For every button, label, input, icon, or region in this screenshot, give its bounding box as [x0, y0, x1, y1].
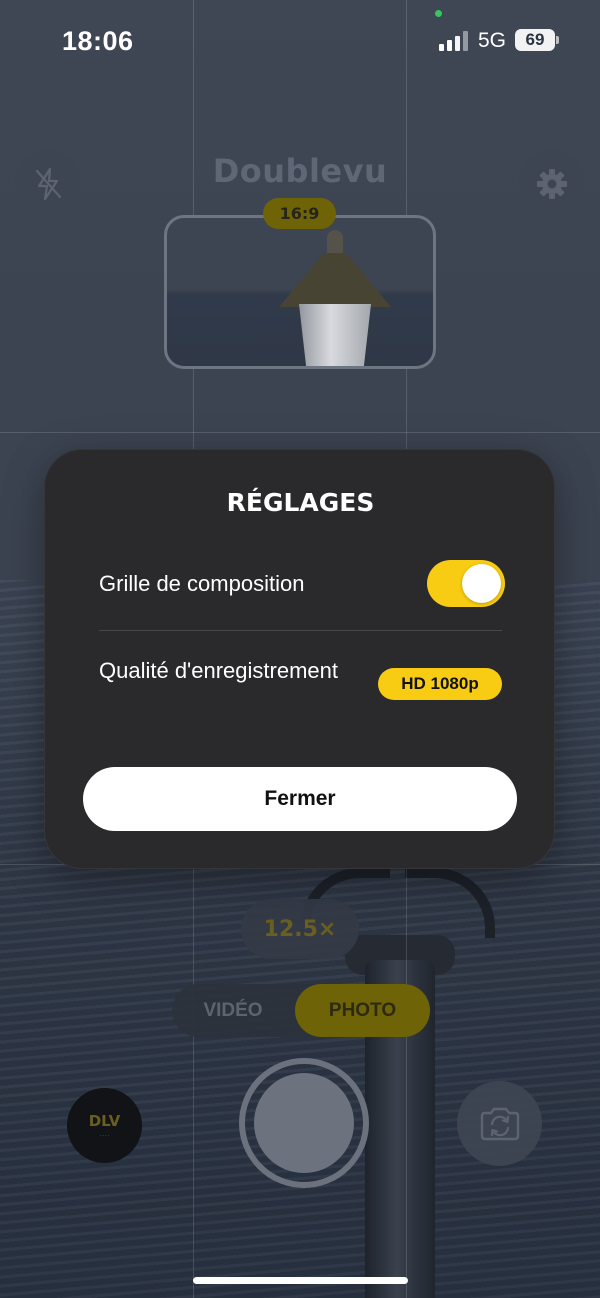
- quality-setting-label: Qualité d'enregistrement: [99, 658, 338, 683]
- lamp-roof: [279, 253, 391, 307]
- flip-camera-button[interactable]: [457, 1081, 542, 1166]
- gear-icon: [536, 168, 567, 199]
- camera-in-use-indicator: [435, 10, 442, 17]
- battery-level: 69: [525, 30, 545, 49]
- lamp-lantern: [299, 304, 371, 366]
- capture-mode-switch: VIDÉO PHOTO: [172, 984, 430, 1037]
- settings-modal: RÉGLAGES Grille de composition Qualité d…: [44, 449, 555, 869]
- quality-value-button[interactable]: HD 1080p: [378, 668, 502, 700]
- lamp-finial: [327, 230, 343, 256]
- divider: [99, 630, 502, 631]
- close-button[interactable]: Fermer: [83, 767, 517, 831]
- settings-button[interactable]: [518, 150, 585, 217]
- network-type: 5G: [478, 29, 507, 52]
- secondary-camera-preview[interactable]: [164, 215, 436, 369]
- signal-strength-icon: [439, 31, 469, 51]
- toggle-knob: [462, 564, 501, 603]
- grid-setting-label: Grille de composition: [99, 571, 305, 596]
- camera-flip-icon: [480, 1107, 519, 1140]
- app-title: Doublevu: [212, 152, 388, 190]
- gallery-button[interactable]: DLV ····: [67, 1088, 142, 1163]
- aspect-ratio-badge[interactable]: 16:9: [263, 198, 336, 229]
- mode-video-tab[interactable]: VIDÉO: [172, 984, 294, 1037]
- modal-title: RÉGLAGES: [226, 488, 375, 517]
- gallery-logo-text: DLV: [88, 1111, 121, 1130]
- composition-grid-line: [0, 432, 600, 433]
- battery-tip: [556, 36, 559, 44]
- shutter-button[interactable]: [254, 1073, 354, 1173]
- grid-toggle[interactable]: [427, 560, 505, 607]
- mode-photo-tab[interactable]: PHOTO: [295, 984, 430, 1037]
- gallery-logo-subtext: ····: [99, 1130, 110, 1140]
- zoom-level-button[interactable]: 12.5×: [241, 899, 359, 959]
- battery-icon: 69: [515, 29, 555, 51]
- home-indicator[interactable]: [193, 1277, 408, 1284]
- status-time: 18:06: [62, 26, 134, 56]
